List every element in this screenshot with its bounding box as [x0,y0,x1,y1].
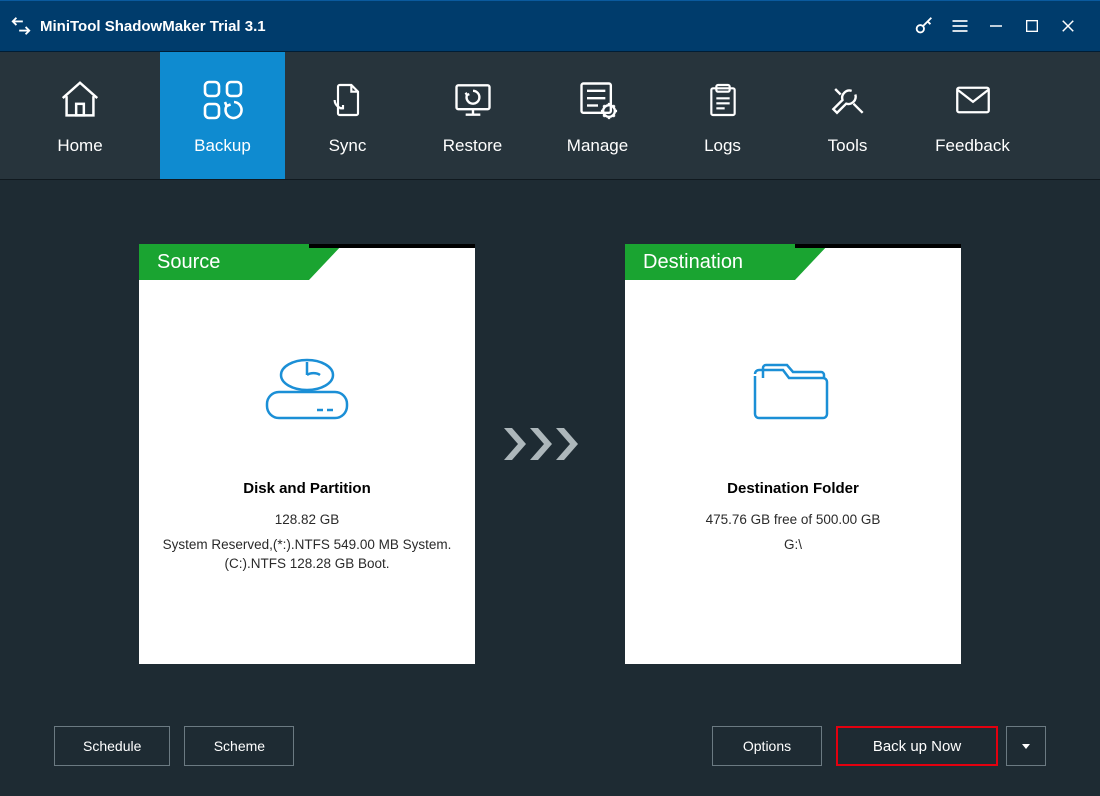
content-area: Source Disk and Partition 128.82 GB Syst… [0,180,1100,796]
menu-icon[interactable] [942,8,978,44]
home-icon [57,76,103,124]
schedule-button[interactable]: Schedule [54,726,170,766]
nav-home-label: Home [57,136,102,156]
direction-arrows-icon [495,424,605,464]
destination-path: G:\ [643,536,943,555]
sync-icon [328,76,368,124]
nav-tools[interactable]: Tools [785,52,910,179]
manage-icon [576,76,620,124]
nav-home[interactable]: Home [0,52,160,179]
source-title: Disk and Partition [157,480,457,497]
nav-feedback[interactable]: Feedback [910,52,1035,179]
nav-restore-label: Restore [443,136,503,156]
nav-backup[interactable]: Backup [160,52,285,179]
nav-logs[interactable]: Logs [660,52,785,179]
destination-panel[interactable]: Destination Destination Folder 475.76 GB… [625,244,961,664]
main-nav: Home Backup Sync Restore Manage [0,52,1100,180]
destination-free: 475.76 GB free of 500.00 GB [643,511,943,530]
app-logo-icon [10,15,32,37]
source-panel-header: Source [139,244,475,280]
feedback-icon [952,76,994,124]
footer-toolbar: Schedule Scheme Options Back up Now [0,726,1100,766]
maximize-button[interactable] [1014,8,1050,44]
nav-feedback-label: Feedback [935,136,1010,156]
options-button[interactable]: Options [712,726,822,766]
close-button[interactable] [1050,8,1086,44]
restore-icon [451,76,495,124]
backup-now-button[interactable]: Back up Now [836,726,998,766]
disk-icon [157,340,457,440]
scheme-button[interactable]: Scheme [184,726,294,766]
nav-manage[interactable]: Manage [535,52,660,179]
logs-icon [703,76,743,124]
destination-header-label: Destination [625,244,795,280]
source-panel[interactable]: Source Disk and Partition 128.82 GB Syst… [139,244,475,664]
nav-tools-label: Tools [828,136,868,156]
nav-sync[interactable]: Sync [285,52,410,179]
source-details: System Reserved,(*:).NTFS 549.00 MB Syst… [157,536,457,574]
source-size: 128.82 GB [157,511,457,530]
nav-restore[interactable]: Restore [410,52,535,179]
key-icon[interactable] [906,8,942,44]
nav-backup-label: Backup [194,136,251,156]
source-header-label: Source [139,244,309,280]
destination-panel-header: Destination [625,244,961,280]
nav-sync-label: Sync [329,136,367,156]
backup-dropdown-button[interactable] [1006,726,1046,766]
minimize-button[interactable] [978,8,1014,44]
titlebar: MiniTool ShadowMaker Trial 3.1 [0,0,1100,52]
nav-logs-label: Logs [704,136,741,156]
backup-icon [199,76,247,124]
destination-title: Destination Folder [643,480,943,497]
tools-icon [826,76,870,124]
app-title: MiniTool ShadowMaker Trial 3.1 [40,18,266,35]
nav-manage-label: Manage [567,136,628,156]
folder-icon [643,340,943,440]
